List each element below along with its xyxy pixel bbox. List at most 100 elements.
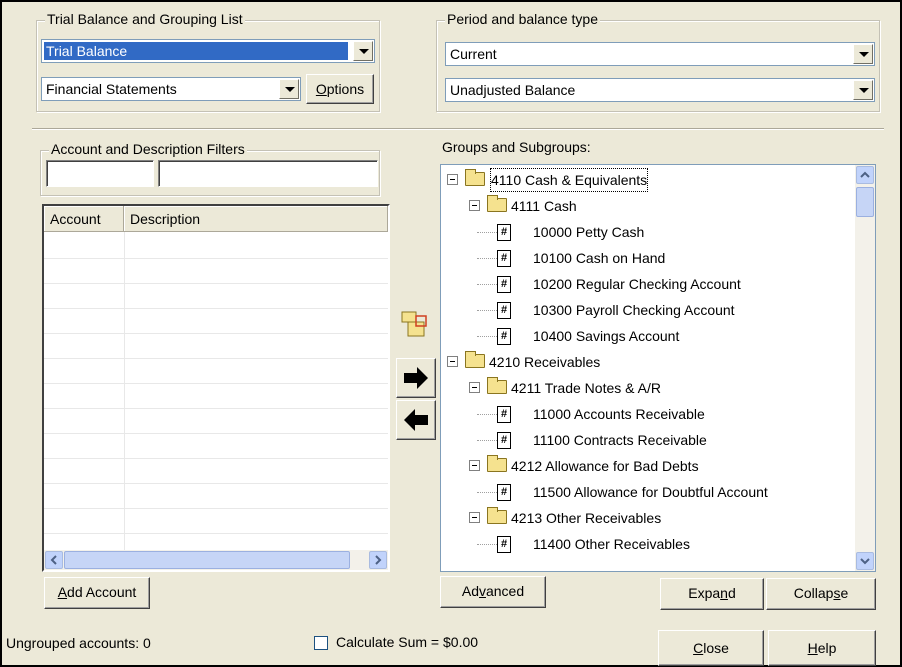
tree-node-label[interactable]: 10000 Petty Cash [533,219,644,245]
collapse-toggle-icon[interactable] [469,382,480,393]
scroll-thumb[interactable] [64,551,350,569]
tree-node-label[interactable]: 4212 Allowance for Bad Debts [511,453,699,479]
tree-group-node[interactable]: 4110 Cash & Equivalents [441,167,853,193]
description-filter-input[interactable] [158,160,378,187]
account-document-icon: # [497,484,511,501]
filters-group-title: Account and Description Filters [49,141,247,157]
tree-node-label[interactable]: 11000 Accounts Receivable [533,401,705,427]
tree-node-label[interactable]: 11500 Allowance for Doubtful Account [533,479,768,505]
statement-type-value: Financial Statements [46,81,177,97]
account-document-icon: # [497,250,511,267]
advanced-button[interactable]: Advanced [440,576,546,608]
account-document-icon: # [497,302,511,319]
tree-account-node[interactable]: #11400 Other Receivables [441,531,853,557]
folder-open-icon [465,351,485,368]
move-left-button[interactable] [396,400,436,440]
grouping-list-dropdown[interactable]: Trial Balance [41,39,375,63]
close-label-key: C [693,640,704,656]
groups-tree[interactable]: 4110 Cash & Equivalents 4111 Cash #10000 P… [440,164,876,572]
tree-group-node[interactable]: 4211 Trade Notes & A/R [441,375,853,401]
expand-button[interactable]: Expand [660,578,764,610]
statement-type-dropdown[interactable]: Financial Statements [41,77,301,101]
grid-line [44,258,388,259]
tree-group-node[interactable]: 4210 Receivables [441,349,853,375]
tree-node-label[interactable]: 11400 Other Receivables [533,531,690,557]
tree-node-label[interactable]: 10300 Payroll Checking Account [533,297,735,323]
vertical-scrollbar[interactable] [855,165,875,571]
chevron-down-icon[interactable] [853,44,873,64]
tree-account-node[interactable]: #10400 Savings Account [441,323,853,349]
tree-account-node[interactable]: #11100 Contracts Receivable [441,427,853,453]
tree-connector [477,492,497,493]
tree-account-node[interactable]: #10300 Payroll Checking Account [441,297,853,323]
collapse-toggle-icon[interactable] [469,512,480,523]
tree-account-node[interactable]: #10100 Cash on Hand [441,245,853,271]
collapse-toggle-icon[interactable] [469,460,480,471]
collapse-toggle-icon[interactable] [447,174,458,185]
account-document-icon: # [497,432,511,449]
tree-group-node[interactable]: 4212 Allowance for Bad Debts [441,453,853,479]
tree-node-label[interactable]: 4211 Trade Notes & A/R [511,375,661,401]
tree-group-node[interactable]: 4111 Cash [441,193,853,219]
accounts-list[interactable]: Account Description [42,204,390,572]
options-label-key: O [315,81,327,97]
collapse-toggle-icon[interactable] [469,200,480,211]
column-header-account[interactable]: Account [44,206,124,232]
tree-account-node[interactable]: #10200 Regular Checking Account [441,271,853,297]
column-header-description[interactable]: Description [124,206,388,232]
ungrouped-accounts-status: Ungrouped accounts: 0 [6,635,151,651]
tree-node-label[interactable]: 11100 Contracts Receivable [533,427,707,453]
tree-node-label[interactable]: 10400 Savings Account [533,323,679,349]
tree-group-node[interactable]: 4213 Other Receivables [441,505,853,531]
collapse-toggle-icon[interactable] [447,356,458,367]
tree-account-node[interactable]: #11500 Allowance for Doubtful Account [441,479,853,505]
help-label-key: H [807,640,818,656]
new-group-button[interactable] [398,302,434,346]
grid-line [44,508,388,509]
grid-line [44,408,388,409]
grid-line [44,533,388,534]
add-account-label-post: dd Account [67,584,137,600]
account-document-icon: # [497,276,511,293]
scroll-left-icon[interactable] [45,551,63,569]
tree-node-label[interactable]: 4110 Cash & Equivalents [489,167,649,193]
folder-new-icon [401,311,427,337]
calculate-sum-checkbox[interactable] [314,636,328,650]
tree-node-label[interactable]: 10100 Cash on Hand [533,245,665,271]
options-button[interactable]: Options [306,74,374,104]
tree-account-node[interactable]: #10000 Petty Cash [441,219,853,245]
grid-line [124,232,125,550]
calculate-sum-label[interactable]: Calculate Sum = $0.00 [336,634,478,650]
folder-open-icon [487,455,507,472]
move-right-button[interactable] [396,358,436,398]
expand-label-post: d [727,585,736,601]
tree-node-label[interactable]: 4210 Receivables [489,349,600,375]
account-filter-input[interactable] [46,160,154,187]
scroll-right-icon[interactable] [369,551,387,569]
grid-line [44,483,388,484]
balance-type-dropdown[interactable]: Unadjusted Balance [445,78,875,102]
close-button[interactable]: Close [658,630,764,666]
tree-connector [477,258,497,259]
accounts-list-header: Account Description [44,206,388,232]
tree-node-label[interactable]: 4213 Other Receivables [511,505,661,531]
chevron-down-icon[interactable] [353,41,373,61]
folder-open-icon [487,507,507,524]
period-group-title: Period and balance type [445,11,600,27]
chevron-down-icon[interactable] [853,80,873,100]
horizontal-scrollbar[interactable] [44,550,388,570]
tree-connector [477,232,497,233]
add-account-button[interactable]: Add Account [44,577,150,609]
grid-line [44,358,388,359]
period-dropdown[interactable]: Current [445,42,875,66]
tree-connector [477,544,497,545]
scroll-down-icon[interactable] [856,552,874,570]
tree-account-node[interactable]: #11000 Accounts Receivable [441,401,853,427]
scroll-thumb[interactable] [856,187,874,217]
tree-node-label[interactable]: 10200 Regular Checking Account [533,271,741,297]
collapse-button[interactable]: Collapse [766,578,876,610]
scroll-up-icon[interactable] [856,166,874,184]
tree-node-label[interactable]: 4111 Cash [511,193,577,219]
chevron-down-icon[interactable] [279,79,299,99]
help-button[interactable]: Help [768,630,876,666]
